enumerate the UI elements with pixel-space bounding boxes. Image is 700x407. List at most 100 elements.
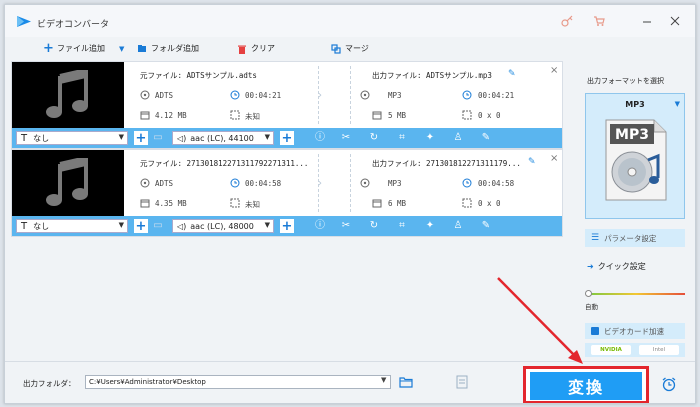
convert-button[interactable]: 変換 bbox=[530, 372, 642, 400]
nvidia-badge: NVIDIA bbox=[591, 345, 631, 355]
format-icon bbox=[140, 90, 150, 100]
slider-auto-label: 自動 bbox=[585, 303, 598, 311]
source-file-name: 元ファイル: ADTSサンプル.adts bbox=[140, 71, 257, 80]
audio-track-value: aac (LC), 48000 bbox=[190, 221, 254, 231]
edit-name-icon[interactable]: ✎ bbox=[508, 69, 516, 79]
close-icon[interactable]: × bbox=[550, 153, 558, 164]
merge-button[interactable]: マージ bbox=[331, 43, 369, 54]
alarm-clock-icon[interactable] bbox=[661, 376, 677, 392]
subtitle-select[interactable]: T なし ▼ bbox=[16, 131, 128, 145]
rotate-icon[interactable]: ↻ bbox=[368, 132, 380, 144]
file-size-icon bbox=[140, 111, 150, 120]
output-size: 5 MB bbox=[388, 111, 407, 120]
watermark-icon[interactable]: ▭ bbox=[152, 220, 164, 232]
rotate-icon[interactable]: ↻ bbox=[368, 220, 380, 232]
arrow-right-icon: ➜ bbox=[587, 262, 594, 271]
chevron-right-icon: › bbox=[318, 178, 322, 189]
add-audio-button[interactable]: + bbox=[280, 219, 294, 233]
key-icon[interactable] bbox=[561, 15, 573, 27]
chevron-down-icon: ▼ bbox=[674, 100, 680, 108]
add-folder-button[interactable]: フォルダ追加 bbox=[137, 43, 199, 54]
resolution-icon bbox=[462, 198, 472, 208]
bottom-bar: 出力フォルダ： C:¥Users¥Administrator¥Desktop ▼… bbox=[5, 361, 695, 403]
subtitle-select[interactable]: T なし ▼ bbox=[16, 219, 128, 233]
convert-highlight-box: 変換 bbox=[523, 366, 649, 403]
output-duration: 00:04:21 bbox=[478, 91, 515, 100]
chevron-down-icon: ▼ bbox=[118, 133, 124, 141]
info-icon[interactable]: ⓘ bbox=[314, 220, 326, 232]
clock-icon bbox=[230, 90, 240, 100]
parameter-settings-button[interactable]: ☰ パラメータ設定 bbox=[585, 229, 685, 247]
clear-button[interactable]: クリア bbox=[237, 43, 275, 54]
music-note-icon bbox=[46, 158, 88, 206]
merge-icon bbox=[331, 43, 341, 54]
watermark-stamp-icon[interactable]: ♙ bbox=[452, 132, 464, 144]
toolbar: + ファイル追加 ▼ フォルダ追加 クリア マージ bbox=[11, 37, 563, 61]
plus-icon: + bbox=[43, 40, 54, 56]
merge-label: マージ bbox=[345, 44, 369, 53]
audio-track-select[interactable]: ◁) aac (LC), 48000 ▼ bbox=[172, 219, 274, 233]
gpu-acceleration-toggle[interactable]: ビデオカード加速 bbox=[585, 323, 685, 339]
close-window-icon[interactable] bbox=[669, 15, 681, 27]
add-subtitle-button[interactable]: + bbox=[134, 131, 148, 145]
scissors-icon[interactable]: ✂ bbox=[340, 132, 352, 144]
add-audio-button[interactable]: + bbox=[280, 131, 294, 145]
quality-slider[interactable] bbox=[587, 293, 685, 295]
chevron-down-icon[interactable]: ▼ bbox=[381, 376, 386, 384]
output-folder-path[interactable]: C:¥Users¥Administrator¥Desktop bbox=[85, 375, 391, 389]
effects-wand-icon[interactable]: ✦ bbox=[424, 220, 436, 232]
subtitle-value: なし bbox=[33, 221, 50, 231]
output-duration: 00:04:58 bbox=[478, 179, 515, 188]
crop-icon[interactable]: ⌗ bbox=[396, 132, 408, 144]
music-note-icon bbox=[46, 70, 88, 118]
output-list-icon[interactable] bbox=[455, 375, 469, 389]
format-selector[interactable]: MP3 ▼ MP3 bbox=[585, 93, 685, 219]
clock-icon bbox=[462, 90, 472, 100]
close-icon[interactable]: × bbox=[550, 65, 558, 76]
folder-open-icon[interactable] bbox=[399, 376, 413, 388]
resolution-icon bbox=[230, 110, 240, 120]
crop-icon[interactable]: ⌗ bbox=[396, 220, 408, 232]
format-icon bbox=[140, 178, 150, 188]
quality-slider-knob[interactable] bbox=[585, 290, 592, 297]
intel-badge: Intel bbox=[639, 345, 679, 355]
speaker-icon: ◁) bbox=[177, 133, 187, 143]
file-control-bar: T なし ▼ + ▭ ◁) aac (LC), 48000 ▼ + ⓘ ✂ ↻ … bbox=[12, 216, 562, 236]
sliders-icon: ☰ bbox=[591, 233, 600, 243]
effects-wand-icon[interactable]: ✦ bbox=[424, 132, 436, 144]
subtitle-edit-icon[interactable]: ✎ bbox=[480, 132, 492, 144]
output-folder-label: 出力フォルダ： bbox=[23, 379, 76, 388]
watermark-stamp-icon[interactable]: ♙ bbox=[452, 220, 464, 232]
chevron-right-icon: › bbox=[318, 90, 322, 101]
output-format: MP3 bbox=[388, 179, 402, 188]
file-size-icon bbox=[140, 199, 150, 208]
output-file-name: 出力ファイル: ADTSサンプル.mp3 bbox=[372, 71, 492, 80]
watermark-icon[interactable]: ▭ bbox=[152, 132, 164, 144]
add-subtitle-button[interactable]: + bbox=[134, 219, 148, 233]
quick-settings[interactable]: ➜ クイック設定 bbox=[587, 261, 646, 272]
minimize-icon[interactable] bbox=[641, 15, 653, 27]
source-resolution: 未知 bbox=[245, 112, 260, 121]
source-format: ADTS bbox=[155, 91, 174, 100]
chevron-down-icon: ▼ bbox=[264, 221, 270, 229]
info-icon[interactable]: ⓘ bbox=[314, 132, 326, 144]
thumbnail bbox=[12, 62, 124, 128]
chevron-down-icon[interactable]: ▼ bbox=[119, 45, 124, 53]
file-item[interactable]: 元ファイル: 271301812271311792271311... ADTS … bbox=[11, 149, 563, 237]
source-duration: 00:04:21 bbox=[245, 91, 282, 100]
add-file-label: ファイル追加 bbox=[57, 44, 105, 53]
file-item[interactable]: 元ファイル: ADTSサンプル.adts ADTS 00:04:21 4.12 … bbox=[11, 61, 563, 149]
audio-track-select[interactable]: ◁) aac (LC), 44100 ▼ bbox=[172, 131, 274, 145]
add-folder-label: フォルダ追加 bbox=[151, 44, 199, 53]
scissors-icon[interactable]: ✂ bbox=[340, 220, 352, 232]
speaker-icon: ◁) bbox=[177, 221, 187, 231]
mp3-icon-text: MP3 bbox=[615, 127, 649, 143]
source-file-name: 元ファイル: 271301812271311792271311... bbox=[140, 159, 309, 168]
format-icon bbox=[360, 90, 370, 100]
title-bar: ビデオコンバータ bbox=[5, 5, 695, 37]
subtitle-edit-icon[interactable]: ✎ bbox=[480, 220, 492, 232]
cart-icon[interactable] bbox=[593, 15, 605, 27]
add-file-button[interactable]: + ファイル追加 ▼ bbox=[43, 40, 124, 56]
chevron-down-icon: ▼ bbox=[264, 133, 270, 141]
edit-name-icon[interactable]: ✎ bbox=[528, 157, 536, 167]
